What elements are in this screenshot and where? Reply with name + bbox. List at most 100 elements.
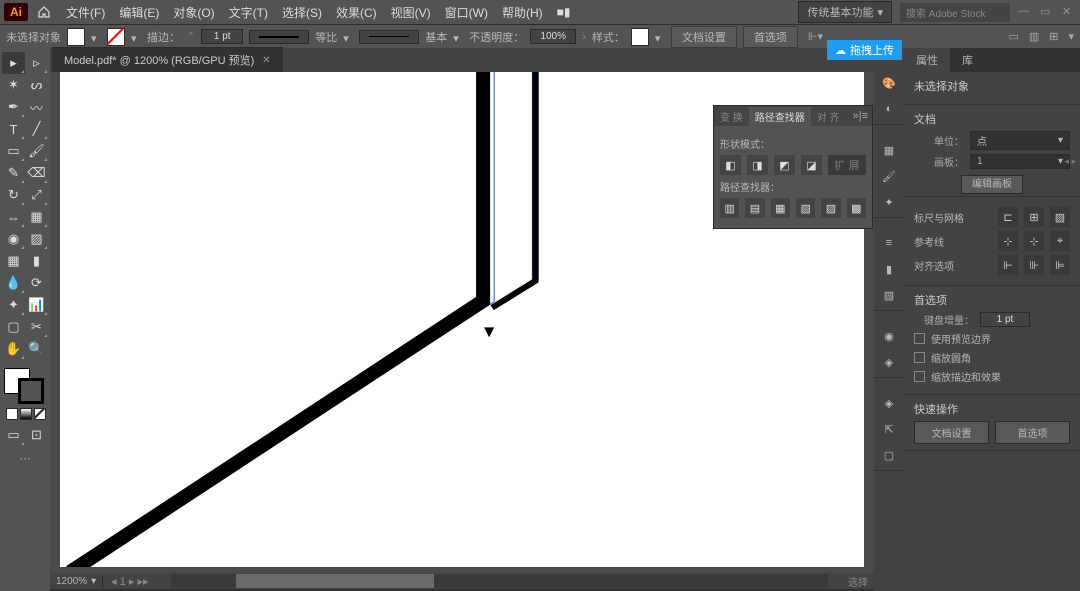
layers-icon[interactable]: ◈ xyxy=(880,394,898,412)
align-icon[interactable]: ⊩▾ xyxy=(808,30,823,43)
chk-scale-strokes[interactable] xyxy=(914,371,925,382)
tab-pathfinder[interactable]: 路径查找器 xyxy=(749,107,811,126)
menu-window[interactable]: 窗口(W) xyxy=(439,1,494,24)
outline-icon[interactable]: ▨ xyxy=(821,198,840,218)
close-icon[interactable]: ✕ xyxy=(1062,5,1076,19)
stroke-swatch[interactable] xyxy=(107,28,125,46)
opt-icon-3[interactable]: ⊞ xyxy=(1049,30,1058,43)
artboard-select[interactable]: 1▾ xyxy=(970,154,1070,169)
quick-doc-setup[interactable]: 文档设置 xyxy=(914,421,989,444)
artboard-nav[interactable]: ◂ ▸ xyxy=(1064,156,1076,167)
edit-artboard-button[interactable]: 编辑画板 xyxy=(961,175,1023,194)
draw-mode-icon[interactable]: ⊡ xyxy=(25,424,48,446)
hand-tool[interactable]: ✋ xyxy=(2,338,25,360)
stroke-panel-icon[interactable]: ≡ xyxy=(880,234,898,252)
symbols-icon[interactable]: ✦ xyxy=(880,193,898,211)
intersect-icon[interactable]: ◩ xyxy=(774,155,795,175)
color-mode-icon[interactable] xyxy=(6,408,18,420)
gradient-tool[interactable]: ▮ xyxy=(25,250,48,272)
tab-close-icon[interactable]: ✕ xyxy=(262,55,270,66)
panel-menu-icon[interactable]: »|≡ xyxy=(849,110,872,122)
curvature-tool[interactable]: 〰 xyxy=(25,96,48,118)
slice-tool[interactable]: ✂ xyxy=(25,316,48,338)
stroke-weight-input[interactable] xyxy=(201,29,243,44)
ruler-icon[interactable]: ⊏ xyxy=(998,207,1018,227)
minus-front-icon[interactable]: ◨ xyxy=(747,155,768,175)
align-point-icon[interactable]: ⊪ xyxy=(1024,255,1044,275)
menu-file[interactable]: 文件(F) xyxy=(60,1,111,24)
stroke-profile-2[interactable] xyxy=(359,30,419,44)
grid-icon[interactable]: ⊞ xyxy=(1024,207,1044,227)
opt-icon-1[interactable]: ▭ xyxy=(1008,30,1018,43)
scale-tool[interactable]: ⤢ xyxy=(25,184,48,206)
quick-prefs[interactable]: 首选项 xyxy=(995,421,1070,444)
opt-icon-4[interactable]: ▾ xyxy=(1068,30,1074,43)
document-tab[interactable]: Model.pdf* @ 1200% (RGB/GPU 预览) ✕ xyxy=(52,47,283,72)
brushes-icon[interactable]: 🖌 xyxy=(880,167,898,185)
edit-toolbar-icon[interactable]: ⋯ xyxy=(2,452,48,465)
gradient-panel-icon[interactable]: ▮ xyxy=(880,260,898,278)
width-tool[interactable]: ⇔ xyxy=(2,206,25,228)
unit-select[interactable]: 点▾ xyxy=(970,131,1070,150)
tab-transform[interactable]: 变 换 xyxy=(714,107,749,126)
chk-preview-bounds[interactable] xyxy=(914,333,925,344)
unite-icon[interactable]: ◧ xyxy=(720,155,741,175)
doc-setup-button[interactable]: 文档设置 xyxy=(671,26,737,48)
free-transform-tool[interactable]: ▦ xyxy=(25,206,48,228)
zoom-select[interactable]: 1200%▾ xyxy=(50,575,103,588)
stroke-profile-1[interactable] xyxy=(249,30,309,44)
menu-effect[interactable]: 效果(C) xyxy=(330,1,383,24)
align-grid-icon[interactable]: ⊫ xyxy=(1050,255,1070,275)
restore-icon[interactable]: ▭ xyxy=(1040,5,1054,19)
crop-icon[interactable]: ▧ xyxy=(796,198,815,218)
blend-tool[interactable]: ⟳ xyxy=(25,272,48,294)
magic-wand-tool[interactable]: ✶ xyxy=(2,74,25,96)
divide-icon[interactable]: ▥ xyxy=(720,198,739,218)
workspace-switcher[interactable]: 传统基本功能▾ xyxy=(798,1,892,23)
menu-help[interactable]: 帮助(H) xyxy=(496,1,549,24)
rotate-tool[interactable]: ↻ xyxy=(2,184,25,206)
lasso-tool[interactable]: ᔕ xyxy=(25,74,48,96)
graph-tool[interactable]: 📊 xyxy=(25,294,48,316)
screen-mode-icon[interactable]: ▭ xyxy=(2,424,25,446)
menu-view[interactable]: 视图(V) xyxy=(385,1,437,24)
shape-builder-tool[interactable]: ◉ xyxy=(2,228,25,250)
transparency-grid-icon[interactable]: ▨ xyxy=(1050,207,1070,227)
prefs-button[interactable]: 首选项 xyxy=(743,26,798,48)
symbol-sprayer-tool[interactable]: ✦ xyxy=(2,294,25,316)
home-icon[interactable] xyxy=(36,4,52,20)
fill-swatch[interactable] xyxy=(67,28,85,46)
type-tool[interactable]: T xyxy=(2,118,25,140)
mesh-tool[interactable]: ▦ xyxy=(2,250,25,272)
perspective-tool[interactable]: ▨ xyxy=(25,228,48,250)
shaper-tool[interactable]: ✎ xyxy=(2,162,25,184)
artboard-tool[interactable]: ▢ xyxy=(2,316,25,338)
keyboard-increment-input[interactable] xyxy=(980,312,1030,327)
menu-select[interactable]: 选择(S) xyxy=(276,1,328,24)
tab-align[interactable]: 对 齐 xyxy=(811,107,846,126)
eyedropper-tool[interactable]: 💧 xyxy=(2,272,25,294)
minimize-icon[interactable]: — xyxy=(1018,5,1032,19)
tab-libraries[interactable]: 库 xyxy=(950,48,985,72)
smart-guides-icon[interactable]: ⊹ xyxy=(1024,231,1044,251)
swatches-icon[interactable]: ▦ xyxy=(880,141,898,159)
fill-stroke-control[interactable] xyxy=(2,366,46,406)
selection-tool[interactable]: ▸ xyxy=(2,52,25,74)
zoom-tool[interactable]: 🔍 xyxy=(25,338,48,360)
opt-icon-2[interactable]: ▥ xyxy=(1029,30,1039,43)
appearance-icon[interactable]: ◉ xyxy=(880,327,898,345)
trim-icon[interactable]: ▤ xyxy=(745,198,764,218)
brush-tool[interactable]: 🖌 xyxy=(25,140,48,162)
transparency-icon[interactable]: ▨ xyxy=(880,286,898,304)
none-mode-icon[interactable] xyxy=(34,408,46,420)
minus-back-icon[interactable]: ▩ xyxy=(847,198,866,218)
menu-type[interactable]: 文字(T) xyxy=(223,1,274,24)
expand-button[interactable]: 扩 展 xyxy=(828,155,866,175)
menu-edit[interactable]: 编辑(E) xyxy=(113,1,165,24)
opacity-input[interactable] xyxy=(530,29,576,44)
pen-tool[interactable]: ✒ xyxy=(2,96,25,118)
eraser-tool[interactable]: ⌫ xyxy=(25,162,48,184)
gradient-mode-icon[interactable] xyxy=(20,408,32,420)
color-panel-icon[interactable]: 🎨 xyxy=(880,74,898,92)
line-tool[interactable]: ╱ xyxy=(25,118,48,140)
